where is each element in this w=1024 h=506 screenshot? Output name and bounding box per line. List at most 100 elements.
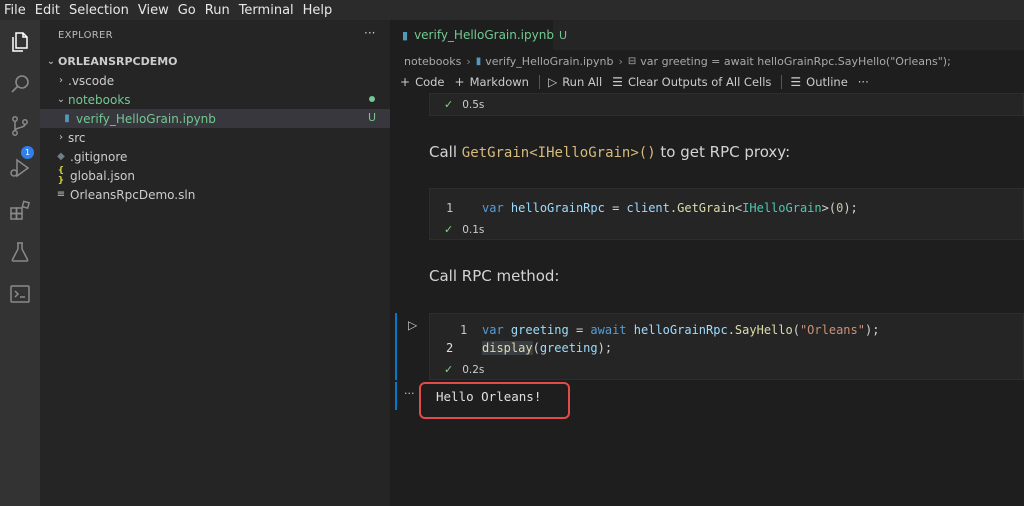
token: IHelloGrain xyxy=(742,201,822,215)
token: = xyxy=(604,201,627,215)
menu-edit[interactable]: Edit xyxy=(35,3,60,18)
tree-label: .vscode xyxy=(68,73,115,88)
token: . xyxy=(727,323,735,337)
menu-file[interactable]: File xyxy=(4,3,26,18)
menu-help[interactable]: Help xyxy=(303,3,333,18)
run-debug-icon[interactable] xyxy=(8,156,32,180)
tree-item-vscode[interactable]: › .vscode xyxy=(40,71,390,90)
toolbar-divider xyxy=(781,75,783,89)
md1-code: GetGrain<IHelloGrain>() xyxy=(461,145,656,161)
outline-button[interactable]: ☰ Outline xyxy=(790,75,847,89)
code-cell-0[interactable] xyxy=(429,93,1024,116)
token: greeting xyxy=(539,341,598,355)
chevron-right-icon: › xyxy=(59,132,63,143)
breadcrumb-symbol[interactable]: var greeting = await helloGrainRpc.SayHe… xyxy=(640,55,950,68)
token: display xyxy=(482,341,533,355)
explorer-icon[interactable] xyxy=(8,30,32,54)
plus-icon: + xyxy=(400,75,411,89)
terminal-icon[interactable] xyxy=(8,282,32,306)
source-control-icon[interactable] xyxy=(8,114,32,138)
activity-bar: 1 xyxy=(0,20,40,506)
clear-outputs-button[interactable]: ☰ Clear Outputs of All Cells xyxy=(612,75,771,89)
cell-1-exec-status: ✓ 0.1s xyxy=(444,223,484,236)
md1-prefix: Call xyxy=(429,143,462,161)
tree-item-sln[interactable]: ≡ OrleansRpcDemo.sln xyxy=(40,185,390,204)
tree-item-src[interactable]: › src xyxy=(40,128,390,147)
tree-root[interactable]: ⌄ ORLEANSRPCDEMO xyxy=(40,52,390,71)
run-all-icon: ▷ xyxy=(547,75,558,89)
search-icon[interactable] xyxy=(8,72,32,96)
root-label: ORLEANSRPCDEMO xyxy=(58,55,178,68)
token: >( xyxy=(821,201,837,215)
plus-icon: + xyxy=(454,75,465,89)
chevron-right-icon: › xyxy=(59,75,63,86)
token: ); xyxy=(864,323,880,337)
testing-flask-icon[interactable] xyxy=(8,240,32,264)
token: ); xyxy=(843,201,858,215)
variable-symbol-icon: ⊟ xyxy=(627,55,637,67)
tab-label: verify_HelloGrain.ipynb xyxy=(414,28,554,42)
add-code-button[interactable]: + Code xyxy=(400,75,445,89)
untracked-status: U xyxy=(368,111,377,124)
token: = xyxy=(568,323,591,337)
line-number: 2 xyxy=(446,341,454,355)
sln-file-icon: ≡ xyxy=(56,189,66,200)
run-all-button[interactable]: ▷ Run All xyxy=(548,75,602,89)
token: ( xyxy=(532,341,540,355)
tree-item-notebook-file[interactable]: ▮ verify_HelloGrain.ipynb U xyxy=(40,109,390,128)
tab-bar: ▮ verify_HelloGrain.ipynb U xyxy=(390,20,1024,50)
tree-item-global-json[interactable]: { } global.json xyxy=(40,165,390,186)
token: var xyxy=(482,201,504,215)
extensions-icon[interactable] xyxy=(8,198,32,222)
token: helloGrainRpc xyxy=(633,323,728,337)
cell-focus-indicator xyxy=(395,313,397,380)
code-line[interactable]: display(greeting); xyxy=(482,341,612,355)
cell-0-time: 0.5s xyxy=(462,98,485,111)
line-number: 1 xyxy=(446,201,454,215)
run-all-label: Run All xyxy=(562,75,603,89)
outline-list-icon: ☰ xyxy=(790,75,802,89)
chevron-right-icon: › xyxy=(618,54,623,68)
explorer-title: EXPLORER xyxy=(58,30,113,41)
token: client xyxy=(626,201,670,215)
breadcrumb-file[interactable]: verify_HelloGrain.ipynb xyxy=(485,55,613,68)
output-focus-indicator xyxy=(395,382,397,410)
run-cell-icon[interactable]: ▷ xyxy=(408,318,417,332)
cell-1-time: 0.1s xyxy=(462,223,485,236)
tab-status: U xyxy=(558,28,568,42)
tree-item-gitignore[interactable]: ◆ .gitignore xyxy=(40,147,390,166)
chevron-right-icon: › xyxy=(466,54,471,68)
menu-bar: File Edit Selection View Go Run Terminal… xyxy=(0,0,1024,20)
markdown-cell-2[interactable]: Call RPC method: xyxy=(429,267,559,285)
toolbar-divider xyxy=(538,75,540,89)
token: GetGrain xyxy=(677,201,735,215)
tree-label: OrleansRpcDemo.sln xyxy=(70,187,196,202)
toolbar-more-icon[interactable]: ··· xyxy=(858,75,869,89)
menu-run[interactable]: Run xyxy=(205,3,230,18)
tab-verify-hellograin[interactable]: ▮ verify_HelloGrain.ipynb U xyxy=(390,20,567,50)
tree-label: .gitignore xyxy=(70,149,128,164)
add-code-label: Code xyxy=(415,75,445,89)
token: var xyxy=(482,323,504,337)
code-line[interactable]: var greeting = await helloGrainRpc.SayHe… xyxy=(482,323,879,337)
tree-label: global.json xyxy=(70,168,135,183)
output-more-icon[interactable]: ··· xyxy=(404,387,415,400)
menu-go[interactable]: Go xyxy=(178,3,196,18)
add-markdown-button[interactable]: + Markdown xyxy=(455,75,529,89)
menu-selection[interactable]: Selection xyxy=(69,3,129,18)
json-file-icon: { } xyxy=(57,165,65,186)
notebook-file-icon: ▮ xyxy=(402,28,409,42)
tree-label: src xyxy=(68,130,86,145)
token: ); xyxy=(597,341,613,355)
menu-view[interactable]: View xyxy=(138,3,169,18)
markdown-cell-1[interactable]: Call GetGrain<IHelloGrain>() to get RPC … xyxy=(429,143,790,161)
tree-item-notebooks[interactable]: ⌄ notebooks xyxy=(40,90,390,109)
check-icon: ✓ xyxy=(444,98,454,111)
output-highlight-box xyxy=(419,382,570,419)
menu-terminal[interactable]: Terminal xyxy=(239,3,294,18)
tree-label: notebooks xyxy=(68,92,131,107)
token: "Orleans" xyxy=(799,323,865,337)
explorer-more-icon[interactable]: ··· xyxy=(364,26,375,40)
breadcrumb-folder[interactable]: notebooks xyxy=(404,55,461,68)
code-line[interactable]: var helloGrainRpc = client.GetGrain<IHel… xyxy=(482,201,858,215)
